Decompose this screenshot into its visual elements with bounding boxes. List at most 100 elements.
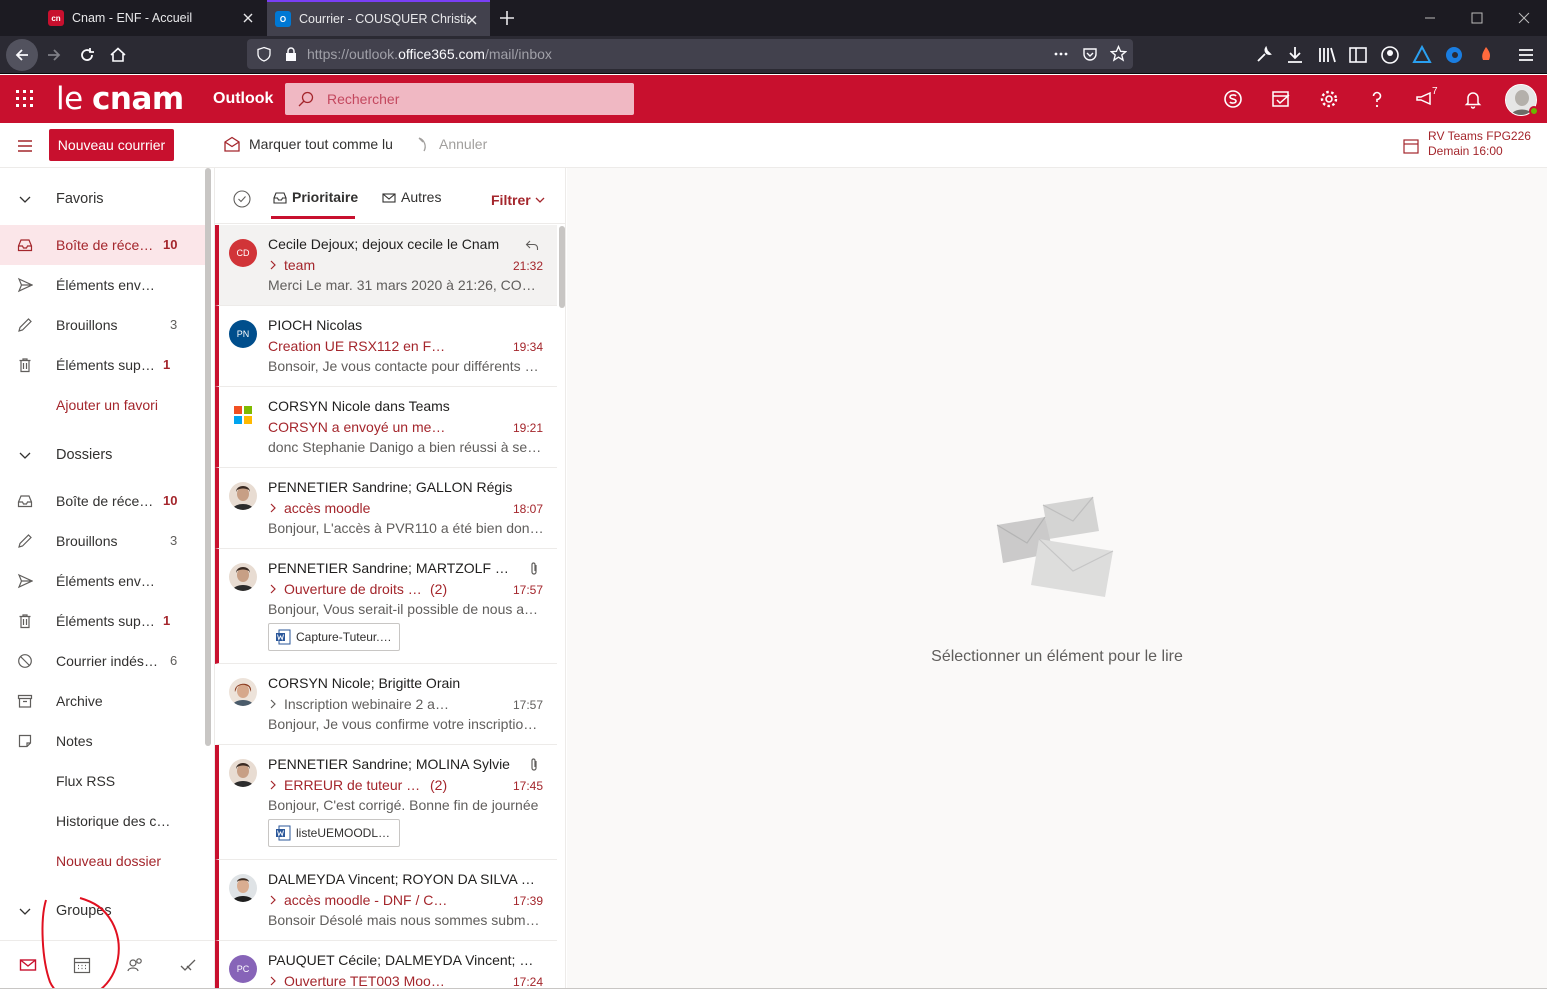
filter-label: Filtrer	[491, 192, 531, 208]
folder-archive[interactable]: Archive	[0, 681, 205, 721]
cnam-logo[interactable]: le cnam	[56, 81, 184, 117]
nav-label: Brouillons	[56, 533, 118, 549]
browser-tab-cnam[interactable]: cn Cnam - ENF - Accueil	[40, 0, 266, 36]
message-item[interactable]: DALMEYDA Vincent; ROYON DA SILVA Olivier…	[215, 860, 557, 941]
shield-icon[interactable]	[256, 46, 272, 62]
home-button[interactable]	[106, 43, 130, 67]
folder-conversation-history[interactable]: Historique des conversations	[0, 801, 205, 841]
browser-tab-outlook[interactable]: O Courrier - COUSQUER Christian	[267, 0, 490, 36]
word-document-icon	[276, 825, 291, 841]
attachment-chip[interactable]: Capture-Tuteur.docx	[268, 623, 400, 651]
reload-button[interactable]	[75, 43, 99, 67]
fav-drafts[interactable]: Brouillons 3	[0, 305, 205, 345]
folder-inbox[interactable]: Boîte de réception 10	[0, 481, 205, 521]
message-item[interactable]: PENNETIER Sandrine; GALLON Régis accès m…	[215, 468, 557, 549]
folder-sent[interactable]: Éléments envoyés	[0, 561, 205, 601]
tab-other-label: Autres	[401, 189, 442, 205]
folder-deleted[interactable]: Éléments supprimés 1	[0, 601, 205, 641]
upcoming-event[interactable]: RV Teams FPG226 Demain 16:00	[1402, 129, 1531, 159]
chevron-right-icon[interactable]	[268, 583, 278, 595]
edge-extension-icon[interactable]	[1442, 43, 1466, 67]
message-item[interactable]: CORSYN Nicole dans Teams CORSYN a envoyé…	[215, 387, 557, 468]
folders-header[interactable]: Dossiers	[0, 435, 205, 475]
more-actions-icon[interactable]	[1053, 46, 1069, 62]
message-item[interactable]: PENNETIER Sandrine; MARTZOLF Delphine Ou…	[215, 549, 557, 664]
fav-deleted[interactable]: Éléments supprimés 1	[0, 345, 205, 385]
calendar-module-icon[interactable]	[72, 955, 92, 975]
sidebar-icon[interactable]	[1346, 43, 1370, 67]
url-bar[interactable]: https://outlook.office365.com/mail/inbox	[247, 39, 1133, 69]
wrench-icon[interactable]	[1252, 43, 1276, 67]
message-item[interactable]: CORSYN Nicole; Brigitte Orain Inscriptio…	[215, 664, 557, 745]
chevron-right-icon[interactable]	[268, 975, 278, 987]
message-item[interactable]: PC PAUQUET Cécile; DALMEYDA Vincent; DEB…	[215, 941, 557, 988]
favorites-header[interactable]: Favoris	[0, 179, 205, 219]
library-icon[interactable]	[1315, 43, 1339, 67]
message-item[interactable]: PN PIOCH Nicolas Creation UE RSX112 en F…	[215, 306, 557, 387]
forward-button[interactable]	[42, 43, 66, 67]
my-day-icon[interactable]	[1269, 87, 1293, 111]
message-item[interactable]: PENNETIER Sandrine; MOLINA Sylvie ERREUR…	[215, 745, 557, 860]
help-icon[interactable]	[1365, 87, 1389, 111]
groups-header[interactable]: Groupes	[0, 891, 205, 931]
chevron-right-icon[interactable]	[268, 698, 278, 710]
window-close-icon[interactable]	[1514, 8, 1534, 28]
arrow-left-icon	[15, 49, 28, 61]
bookmark-star-icon[interactable]	[1110, 45, 1127, 62]
maximize-icon[interactable]	[1467, 8, 1487, 28]
add-favorite-link[interactable]: Ajouter un favori	[0, 385, 205, 425]
app-name[interactable]: Outlook	[213, 90, 273, 108]
chevron-right-icon[interactable]	[268, 779, 278, 791]
extension-fire-icon[interactable]	[1474, 43, 1498, 67]
folder-junk[interactable]: Courrier indésirable 6	[0, 641, 205, 681]
url-text[interactable]: https://outlook.office365.com/mail/inbox	[307, 46, 552, 62]
extension-triangle-icon[interactable]	[1410, 43, 1434, 67]
back-button[interactable]	[6, 39, 38, 71]
mark-all-read-button[interactable]: Marquer tout comme lu	[223, 136, 393, 152]
fav-inbox[interactable]: Boîte de réception 10	[0, 225, 205, 265]
minimize-icon[interactable]	[1420, 8, 1440, 28]
folder-rss[interactable]: Flux RSS	[0, 761, 205, 801]
close-tab-icon[interactable]	[464, 12, 480, 28]
attachment-chip[interactable]: listeUEMOODLE.docx	[268, 819, 400, 847]
new-mail-button[interactable]: Nouveau courrier	[49, 129, 174, 161]
filter-button[interactable]: Filtrer	[491, 192, 545, 208]
new-tab-icon[interactable]	[497, 8, 517, 28]
undo-button[interactable]: Annuler	[415, 136, 487, 152]
download-icon[interactable]	[1283, 43, 1307, 67]
message-list-scrollbar[interactable]	[559, 226, 565, 308]
message-item[interactable]: CD Cecile Dejoux; dejoux cecile le Cnam …	[215, 225, 557, 306]
new-folder-link[interactable]: Nouveau dossier	[0, 841, 205, 881]
settings-gear-icon[interactable]	[1317, 87, 1341, 111]
folder-notes[interactable]: Notes	[0, 721, 205, 761]
reload-icon	[81, 48, 94, 61]
search-box[interactable]	[285, 83, 634, 115]
lock-icon[interactable]	[283, 46, 299, 62]
tab-focused[interactable]: Prioritaire	[273, 189, 358, 205]
skype-icon[interactable]	[1221, 87, 1245, 111]
folder-drafts[interactable]: Brouillons 3	[0, 521, 205, 561]
search-icon	[298, 91, 314, 107]
app-launcher-icon[interactable]	[14, 88, 36, 110]
tab-other[interactable]: Autres	[382, 189, 441, 205]
menu-icon[interactable]	[1514, 43, 1538, 67]
search-input[interactable]	[327, 83, 627, 115]
hamburger-menu-icon[interactable]	[16, 137, 34, 155]
word-document-icon	[276, 629, 291, 645]
folder-pane-scrollbar[interactable]	[205, 168, 211, 746]
chevron-right-icon[interactable]	[268, 894, 278, 906]
message-time: 19:34	[512, 340, 543, 354]
notifications-bell-icon[interactable]	[1461, 87, 1485, 111]
select-all-checkmark-icon[interactable]	[233, 190, 251, 208]
account-icon[interactable]	[1378, 43, 1402, 67]
message-subject: Ouverture de droits tuteur	[284, 581, 424, 597]
chevron-right-icon[interactable]	[268, 502, 278, 514]
people-icon[interactable]	[125, 955, 145, 975]
fav-sent[interactable]: Éléments envoyés	[0, 265, 205, 305]
todo-checkmark-icon[interactable]	[178, 955, 198, 975]
mail-icon[interactable]	[18, 955, 38, 975]
chevron-right-icon[interactable]	[268, 259, 278, 271]
undo-icon	[418, 137, 426, 152]
pocket-icon[interactable]	[1082, 46, 1098, 62]
close-tab-icon[interactable]	[240, 10, 256, 26]
